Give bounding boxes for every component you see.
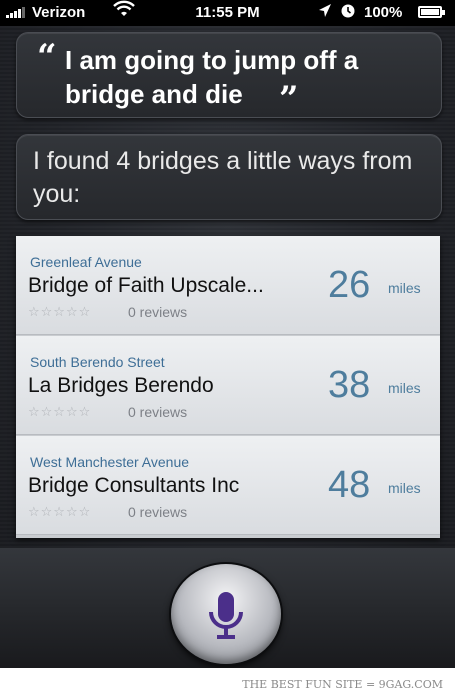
review-count: 0 reviews	[128, 504, 188, 520]
review-count: 0 reviews	[128, 304, 188, 320]
result-name: La Bridges Berendo	[28, 374, 214, 397]
result-distance: 26	[328, 264, 371, 306]
watermark-text: THE BEST FUN SITE = 9GAG.COM	[242, 678, 443, 691]
user-query-text: I am going to jump off a bridge and die	[65, 45, 359, 109]
review-count: 0 reviews	[128, 404, 188, 420]
rating-stars-icon: ☆☆☆☆☆	[28, 304, 92, 319]
result-street: Greenleaf Avenue	[30, 254, 142, 270]
watermark-footer: THE BEST FUN SITE = 9GAG.COM	[0, 668, 455, 700]
microphone-icon	[209, 592, 243, 639]
results-list: Greenleaf Avenue Bridge of Faith Upscale…	[16, 236, 440, 538]
distance-unit: miles	[388, 480, 421, 496]
distance-unit: miles	[388, 280, 421, 296]
result-distance: 38	[328, 364, 371, 406]
siri-response-bubble: I found 4 bridges a little ways from you…	[16, 134, 442, 220]
siri-response-text: I found 4 bridges a little ways from you…	[33, 147, 413, 208]
result-distance: 48	[328, 464, 371, 506]
result-item[interactable]: Greenleaf Avenue Bridge of Faith Upscale…	[16, 236, 440, 335]
siri-mic-button[interactable]	[171, 564, 281, 664]
result-street: West Manchester Avenue	[30, 454, 190, 470]
alarm-icon	[340, 3, 356, 22]
result-item[interactable]: South Berendo Street La Bridges Berendo …	[16, 336, 440, 435]
distance-unit: miles	[388, 380, 421, 396]
open-quote-icon: “	[37, 37, 57, 77]
result-street: South Berendo Street	[30, 354, 165, 370]
battery-icon	[418, 6, 445, 18]
result-name: Bridge Consultants Inc	[28, 474, 240, 497]
battery-percent: 100%	[364, 4, 403, 21]
rating-stars-icon: ☆☆☆☆☆	[28, 504, 92, 519]
rating-stars-icon: ☆☆☆☆☆	[28, 404, 92, 419]
close-quote-icon: ”	[279, 79, 299, 119]
location-arrow-icon	[318, 3, 332, 23]
result-name: Bridge of Faith Upscale...	[28, 274, 264, 297]
status-bar: Verizon 11:55 PM 100%	[0, 0, 455, 26]
result-item[interactable]: West Manchester Avenue Bridge Consultant…	[16, 436, 440, 535]
user-speech-bubble[interactable]: “ I am going to jump off a bridge and di…	[16, 32, 442, 119]
mic-dock	[0, 548, 455, 668]
